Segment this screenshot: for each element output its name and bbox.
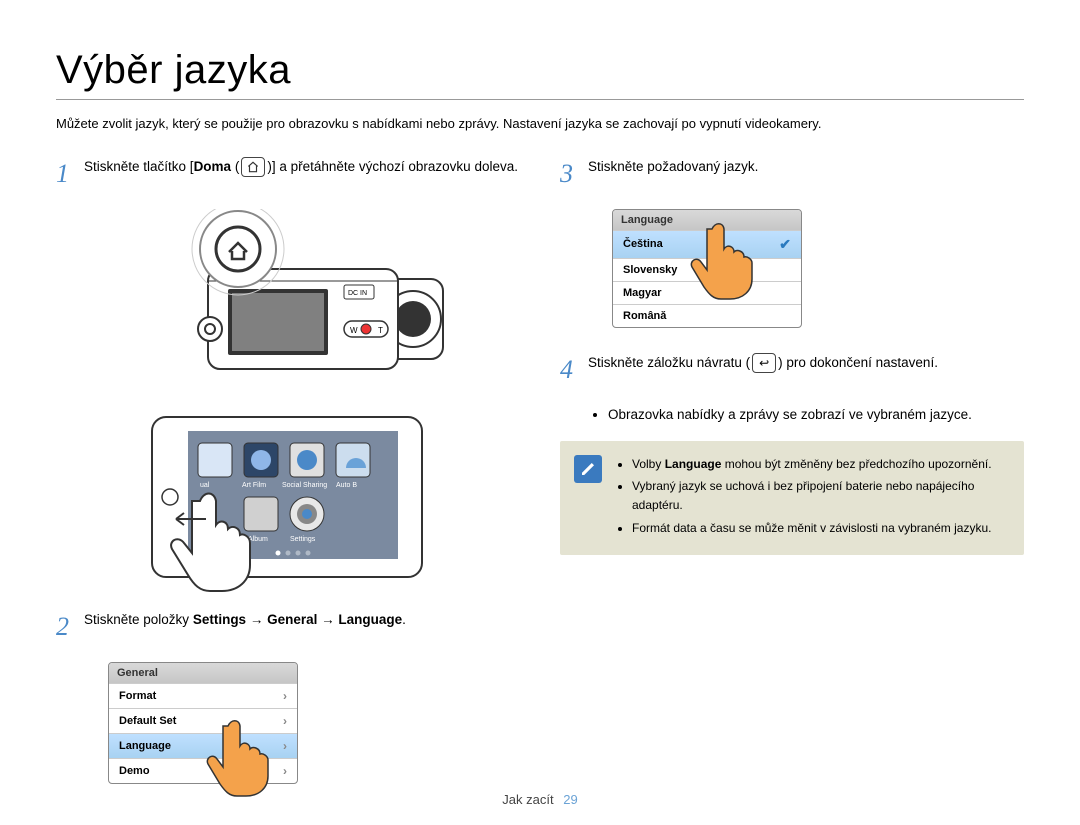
list-item[interactable]: Format› (109, 683, 297, 708)
step-2: 2 Stiskněte položky Settings → General →… (56, 607, 520, 646)
hi2-1: Settings (290, 536, 316, 543)
note-pencil-icon (574, 455, 602, 483)
note-item: Vybraný jazyk se uchová i bez připojení … (632, 477, 1008, 514)
hi-0: ual (200, 482, 210, 489)
intro-text: Můžete zvolit jazyk, který se použije pr… (56, 114, 1024, 134)
page-number: 29 (563, 792, 577, 807)
list-item-selected[interactable]: Čeština✔ (613, 230, 801, 258)
chevron-right-icon: › (283, 689, 287, 703)
hi2-0: Album (248, 536, 268, 543)
note-item: Formát data a času se může měnit v závis… (632, 519, 1008, 538)
return-icon: ↩ (752, 353, 776, 373)
step-3: 3 Stiskněte požadovaný jazyk. (560, 154, 1024, 193)
note-box: Volby Language mohou být změněny bez pře… (560, 441, 1024, 555)
hi-1: Art Film (242, 482, 266, 489)
list-item[interactable]: Default Set› (109, 708, 297, 733)
camcorder-illustration: W T DC IN (128, 209, 448, 399)
list-item[interactable]: Română (613, 304, 801, 327)
panel-header: Language (613, 210, 801, 230)
step-4: 4 Stiskněte záložku návratu (↩) pro doko… (560, 350, 1024, 389)
list-item-selected[interactable]: Language› (109, 733, 297, 758)
chevron-right-icon: › (283, 739, 287, 753)
note-item: Volby Language mohou být změněny bez pře… (632, 455, 1008, 474)
list-item[interactable]: Slovensky (613, 258, 801, 281)
list-item[interactable]: Magyar (613, 281, 801, 304)
step-4-sub: Obrazovka nabídky a zprávy se zobrazí ve… (590, 405, 1024, 425)
step-1: 1 Stiskněte tlačítko [Doma ()] a přetáhn… (56, 154, 520, 193)
zoom-t-label: T (378, 326, 383, 335)
check-icon: ✔ (779, 236, 791, 253)
divider (56, 99, 1024, 100)
step-number: 4 (560, 350, 578, 389)
language-menu-illustration: ⚙ ↩ Language Čeština✔ Slovensky Magyar R… (584, 209, 1024, 328)
chevron-right-icon: › (283, 714, 287, 728)
page-footer: Jak zacít 29 (0, 792, 1080, 807)
panel-sidebar: ⚙ ↩ (108, 663, 109, 783)
page-title: Výběr jazyka (56, 48, 1024, 93)
step-number: 3 (560, 154, 578, 193)
home-icon (241, 157, 265, 177)
hi-2: Social Sharing (282, 482, 327, 489)
homescreen-illustration: ual Art Film Social Sharing Auto B Album… (148, 413, 428, 583)
zoom-w-label: W (350, 326, 358, 335)
general-menu-illustration: ⚙ ↩ General Format› Default Set› Languag… (80, 662, 520, 784)
list-item[interactable]: Demo› (109, 758, 297, 783)
chevron-right-icon: › (283, 764, 287, 778)
hi-3: Auto B (336, 482, 357, 489)
step-number: 2 (56, 607, 74, 646)
step-number: 1 (56, 154, 74, 193)
panel-header: General (109, 663, 297, 683)
dcin-label: DC IN (348, 290, 367, 297)
panel-sidebar: ⚙ ↩ (612, 210, 613, 327)
